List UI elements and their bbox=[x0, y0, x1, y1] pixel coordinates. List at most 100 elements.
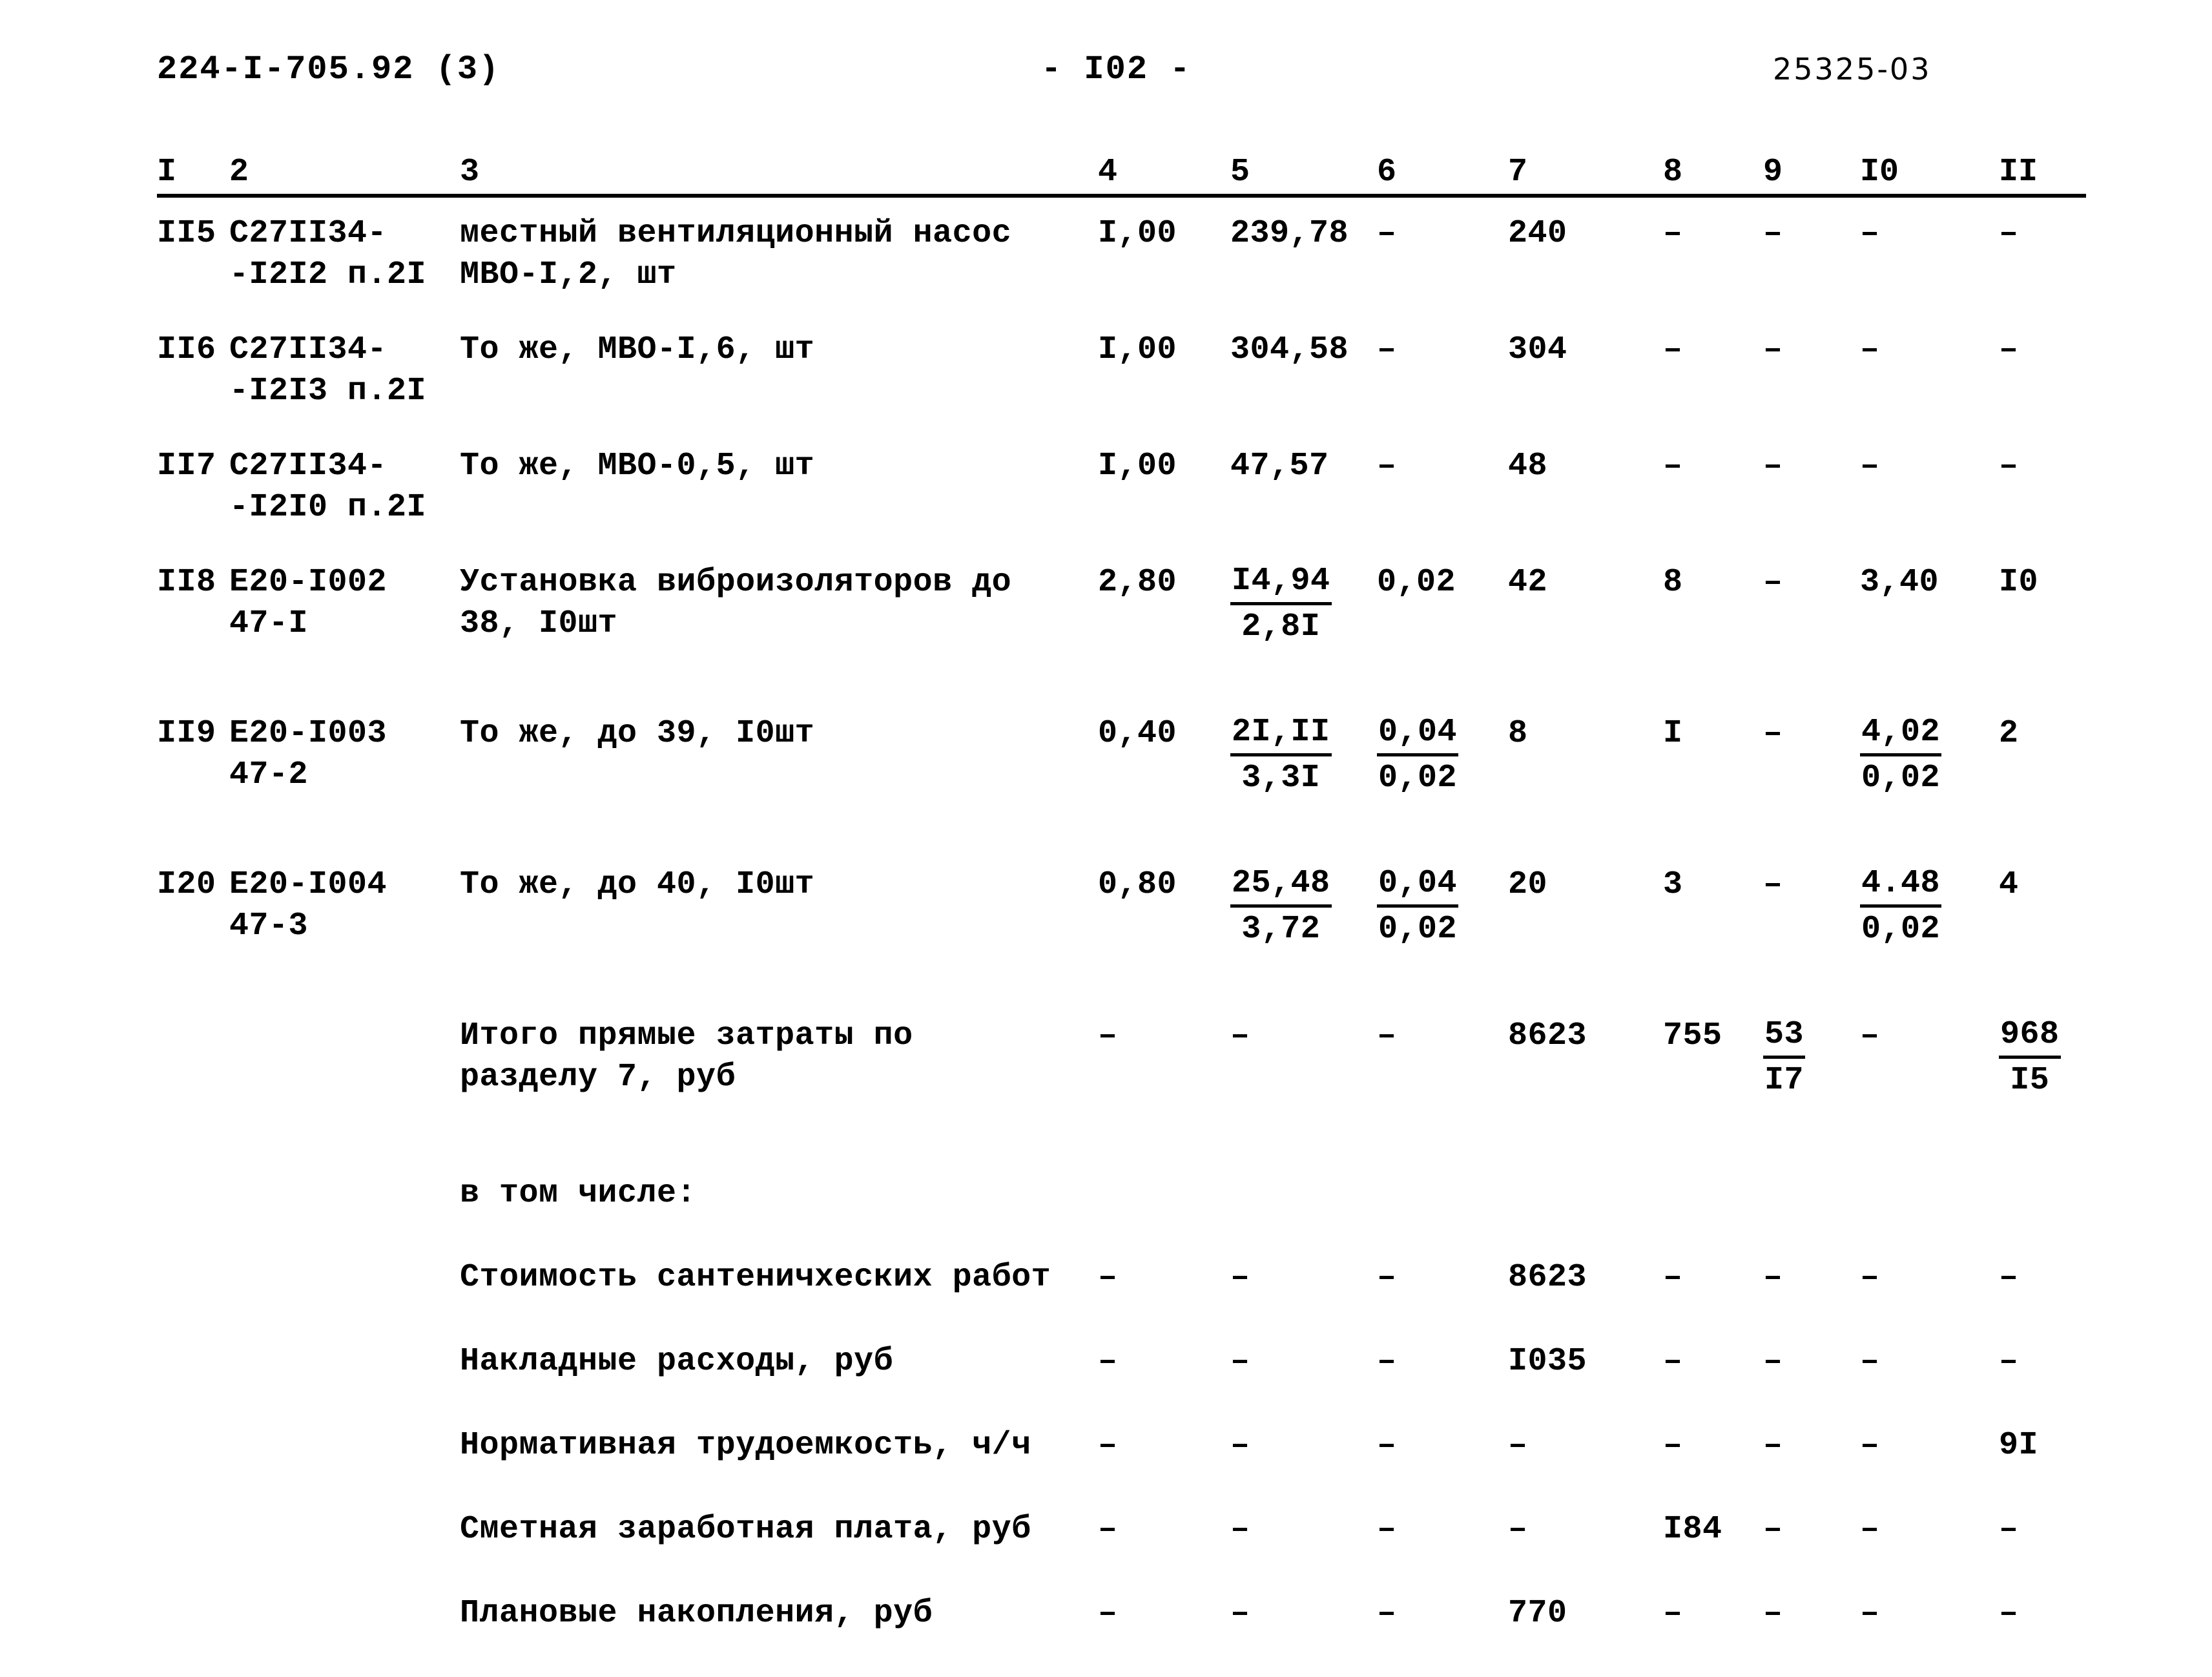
summary-row: Плановые накопления, руб – – – 770 – – – – bbox=[0, 1593, 2212, 1677]
column-number-5: 5 bbox=[1230, 154, 1250, 191]
cell-col4: – bbox=[1098, 1343, 1118, 1380]
summary-label: Стоимость сантеничхеских работ bbox=[460, 1259, 1051, 1296]
cell-col5: – bbox=[1230, 1595, 1250, 1632]
cell-col7: 304 bbox=[1508, 331, 1567, 368]
cell-col9: – bbox=[1763, 331, 1783, 368]
cell-col10: 4.48 0,02 bbox=[1860, 865, 1942, 948]
cell-col8: – bbox=[1663, 1343, 1683, 1380]
column-number-2: 2 bbox=[229, 154, 249, 191]
summary-label: в том числе: bbox=[460, 1175, 697, 1212]
row-code: Е20-I002 47-I bbox=[229, 564, 388, 642]
cell-col4: I,00 bbox=[1098, 448, 1177, 484]
cell-col7: 770 bbox=[1508, 1595, 1567, 1632]
cell-col8: – bbox=[1663, 1259, 1683, 1296]
column-number-10: I0 bbox=[1860, 154, 1899, 191]
cell-col11: – bbox=[1999, 1259, 2019, 1296]
table-row: II6 С27II34- -I2I3 п.2I То же, МВО-I,6, шт I… bbox=[0, 329, 2212, 446]
document-page: 224-I-705.92 (3) - I02 - 25325-03 I 2 3 … bbox=[0, 0, 2212, 1632]
summary-row: в том числе: bbox=[0, 1173, 2212, 1257]
cell-col8: – bbox=[1663, 331, 1683, 368]
cell-col11: 2 bbox=[1999, 715, 2019, 752]
header-rule bbox=[157, 194, 2086, 198]
cell-col5: I4,94 2,8I bbox=[1230, 563, 1332, 645]
row-number: II6 bbox=[157, 331, 216, 368]
cell-col6: – bbox=[1377, 1259, 1397, 1296]
cell-col8: – bbox=[1663, 448, 1683, 484]
cell-col4: 0,40 bbox=[1098, 715, 1177, 752]
cell-col9: – bbox=[1763, 866, 1783, 903]
cell-col5: – bbox=[1230, 1017, 1250, 1054]
cell-col11: I0 bbox=[1999, 564, 2039, 601]
cell-col5: – bbox=[1230, 1259, 1250, 1296]
cell-col4: I,00 bbox=[1098, 331, 1177, 368]
document-code: 224-I-705.92 (3) bbox=[157, 50, 501, 89]
cell-col4: – bbox=[1098, 1427, 1118, 1464]
cell-col6: 0,04 0,02 bbox=[1377, 714, 1459, 797]
cell-col11: 4 bbox=[1999, 866, 2019, 903]
row-description: То же, до 40, I0шт bbox=[460, 866, 815, 903]
cell-col11: – bbox=[1999, 215, 2019, 252]
cell-col11: 968 I5 bbox=[1999, 1016, 2061, 1099]
cell-col7: 240 bbox=[1508, 215, 1567, 252]
cell-col5: 304,58 bbox=[1230, 331, 1349, 368]
column-number-6: 6 bbox=[1377, 154, 1397, 191]
cell-col4: 2,80 bbox=[1098, 564, 1177, 601]
cell-col5: 47,57 bbox=[1230, 448, 1329, 484]
cell-col10: 4,02 0,02 bbox=[1860, 714, 1942, 797]
column-number-8: 8 bbox=[1663, 154, 1683, 191]
row-code: Е20-I003 47-2 bbox=[229, 715, 388, 793]
cell-col9: – bbox=[1763, 564, 1783, 601]
row-number: II9 bbox=[157, 715, 216, 752]
row-description: То же, до 39, I0шт bbox=[460, 715, 815, 752]
cell-col5: 239,78 bbox=[1230, 215, 1349, 252]
summary-row: Итого прямые затраты по разделу 7, руб – – –… bbox=[0, 1016, 2212, 1173]
cell-col4: 0,80 bbox=[1098, 866, 1177, 903]
cell-col7: 8623 bbox=[1508, 1259, 1587, 1296]
summary-row: Накладные расходы, руб – – – I035 – – – – bbox=[0, 1341, 2212, 1425]
cell-col11: – bbox=[1999, 1595, 2019, 1632]
column-number-9: 9 bbox=[1763, 154, 1783, 191]
summary-label: Плановые накопления, руб bbox=[460, 1595, 933, 1632]
cell-col7: 42 bbox=[1508, 564, 1548, 601]
cell-col8: – bbox=[1663, 1595, 1683, 1632]
summary-label: Накладные расходы, руб bbox=[460, 1343, 894, 1380]
cell-col9: – bbox=[1763, 1343, 1783, 1380]
cell-col8: I84 bbox=[1663, 1511, 1722, 1548]
row-number: II7 bbox=[157, 448, 216, 484]
row-description: То же, МВО-I,6, шт bbox=[460, 331, 815, 368]
summary-row: Сметная заработная плата, руб – – – – I84 – – – bbox=[0, 1509, 2212, 1593]
cell-col4: – bbox=[1098, 1017, 1118, 1054]
summary-label: Нормативная трудоемкость, ч/ч bbox=[460, 1427, 1031, 1464]
cell-col9: – bbox=[1763, 715, 1783, 752]
cell-col11: – bbox=[1999, 1511, 2019, 1548]
cell-col11: – bbox=[1999, 331, 2019, 368]
cell-col7: 8 bbox=[1508, 715, 1528, 752]
cell-col6: – bbox=[1377, 1595, 1397, 1632]
row-number: II8 bbox=[157, 564, 216, 601]
row-code: С27II34- -I2I0 п.2I bbox=[229, 448, 427, 526]
cell-col10: – bbox=[1860, 1427, 1880, 1464]
cell-col9: – bbox=[1763, 1259, 1783, 1296]
table-row: I20 Е20-I004 47-3 То же, до 40, I0шт 0,80 25,… bbox=[0, 864, 2212, 1016]
column-number-11: II bbox=[1999, 154, 2038, 191]
table-row: II9 Е20-I003 47-2 То же, до 39, I0шт 0,40 2I,… bbox=[0, 713, 2212, 864]
column-number-3: 3 bbox=[460, 154, 480, 191]
cell-col7: – bbox=[1508, 1511, 1528, 1548]
cell-col4: – bbox=[1098, 1259, 1118, 1296]
table-row: II5 С27II34- -I2I2 п.2I местный вентиляцион… bbox=[0, 213, 2212, 329]
cell-col4: I,00 bbox=[1098, 215, 1177, 252]
cell-col10: – bbox=[1860, 1511, 1880, 1548]
cell-col6: – bbox=[1377, 1343, 1397, 1380]
row-code: С27II34- -I2I2 п.2I bbox=[229, 215, 427, 293]
cell-col8: – bbox=[1663, 215, 1683, 252]
table-row: II7 С27II34- -I2I0 п.2I То же, МВО-0,5, шт I… bbox=[0, 446, 2212, 562]
cell-col10: 3,40 bbox=[1860, 564, 1939, 601]
cell-col9: – bbox=[1763, 1427, 1783, 1464]
cell-col10: – bbox=[1860, 448, 1880, 484]
cell-col5: – bbox=[1230, 1343, 1250, 1380]
cell-col4: – bbox=[1098, 1511, 1118, 1548]
row-code: С27II34- -I2I3 п.2I bbox=[229, 331, 427, 410]
column-number-7: 7 bbox=[1508, 154, 1528, 191]
cell-col10: – bbox=[1860, 1343, 1880, 1380]
cell-col6: 0,04 0,02 bbox=[1377, 865, 1459, 948]
